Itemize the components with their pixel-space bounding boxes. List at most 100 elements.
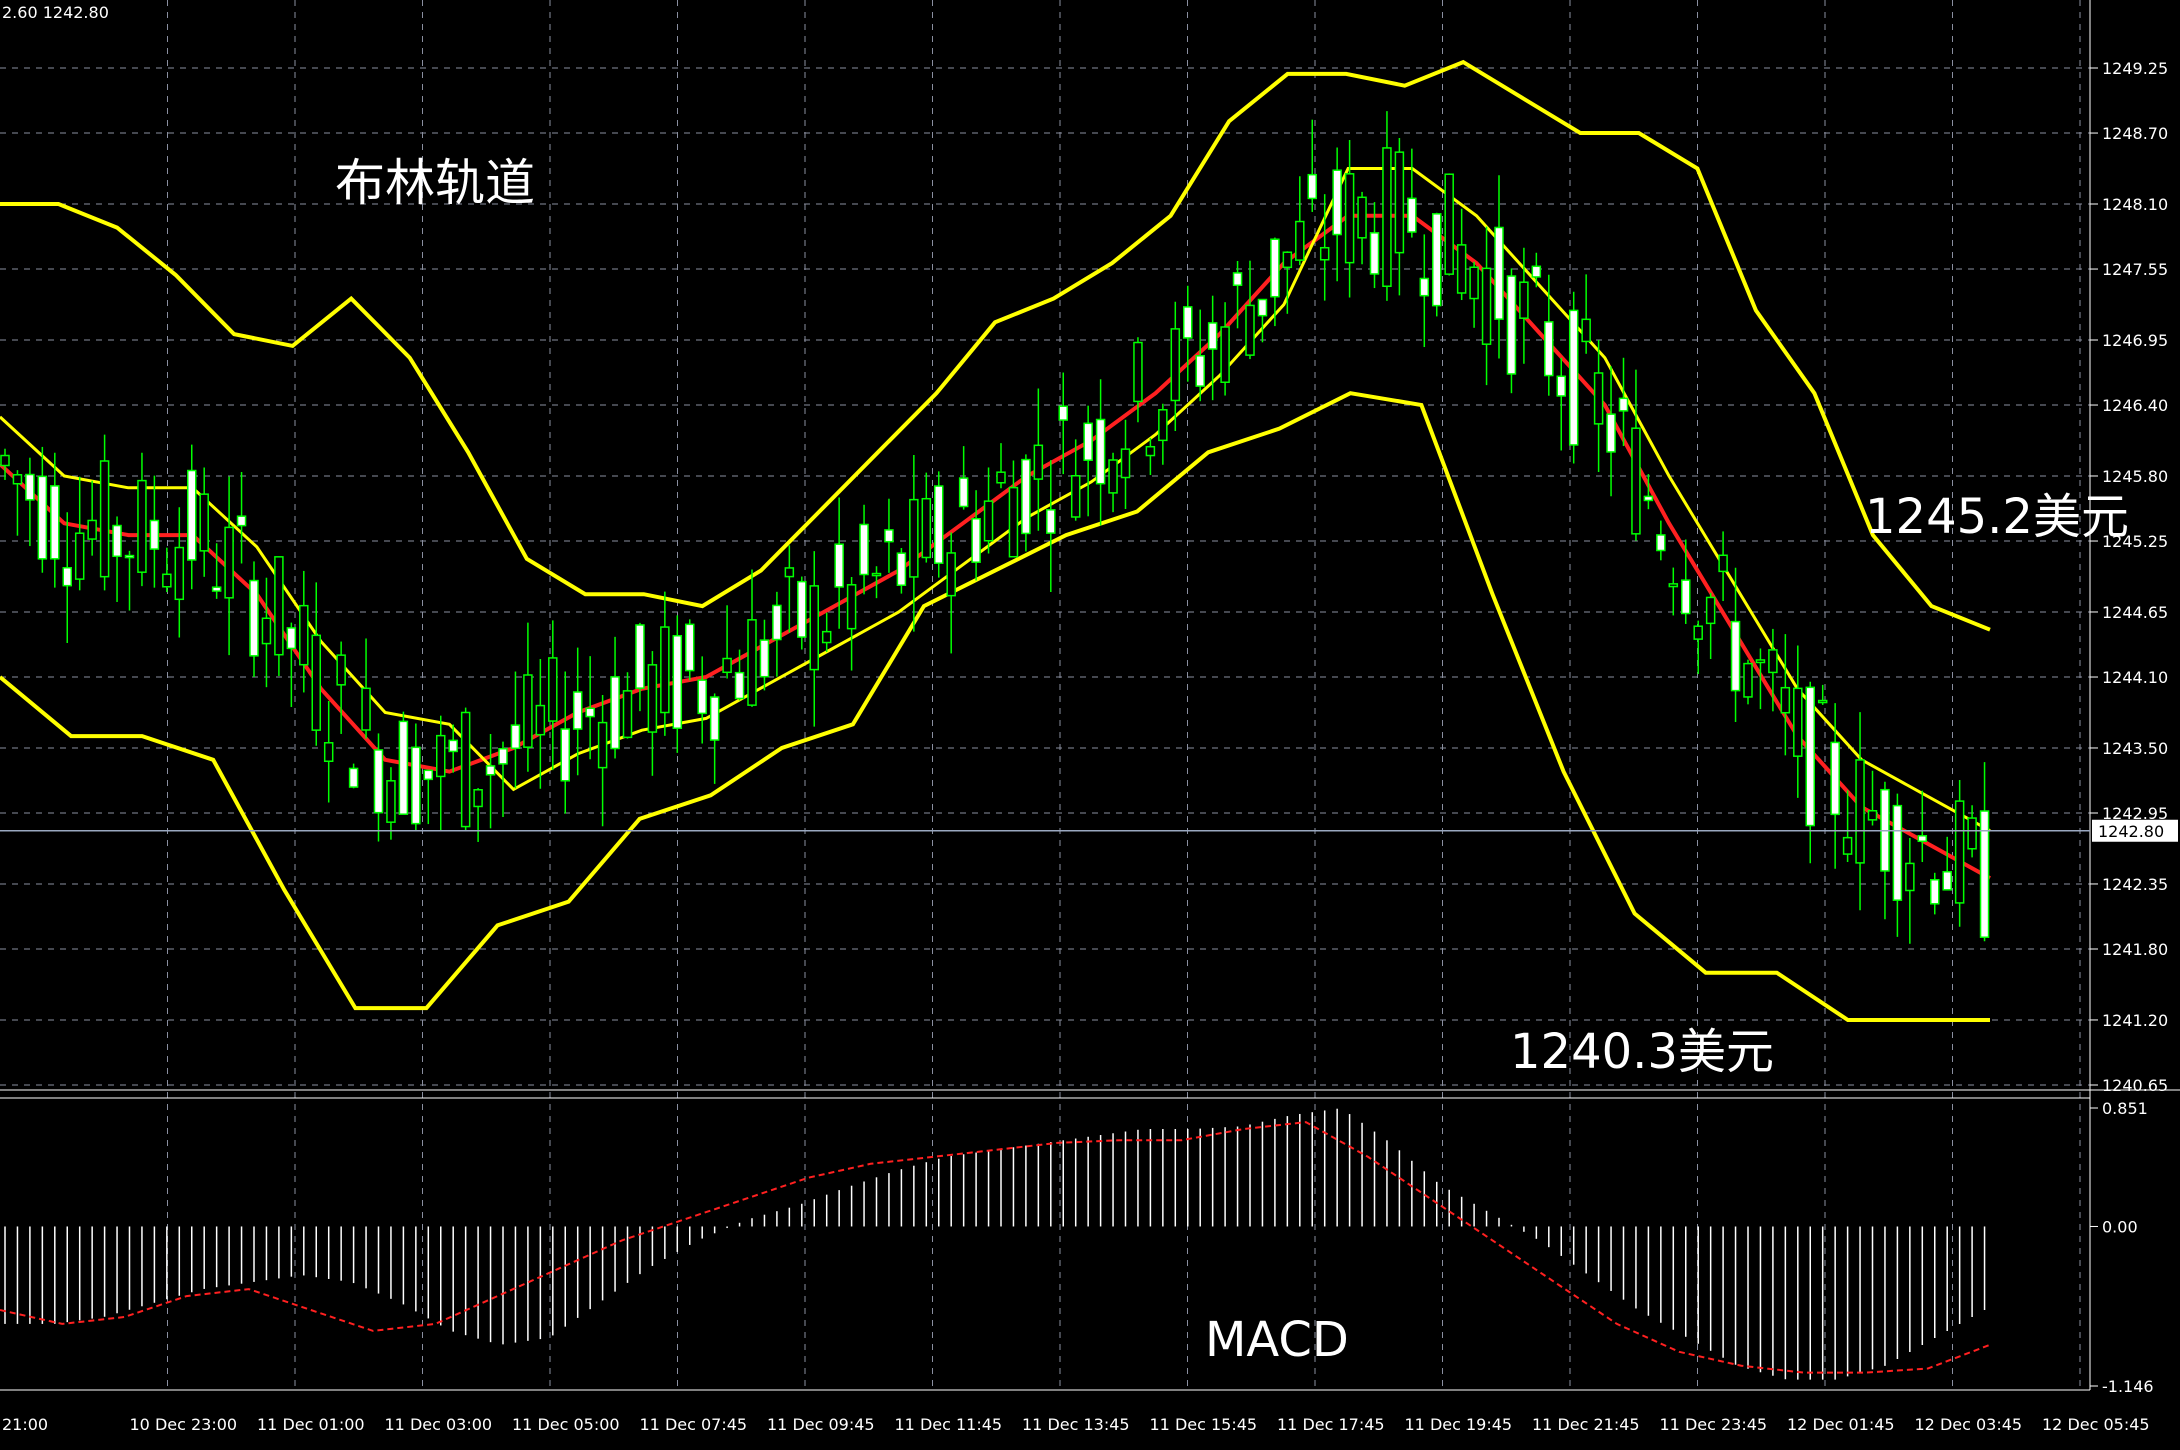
x-tick-label: 11 Dec 19:45 [1405,1415,1513,1434]
candle-body [1979,810,1990,938]
candle-body [1793,687,1803,757]
y-tick-label: 1241.20 [2102,1011,2168,1030]
candle-body [784,567,795,578]
candle-body [1407,197,1417,233]
candle-body [448,739,458,753]
candle-body [1444,173,1454,275]
candle-body [1046,509,1056,534]
candle-body [1743,662,1753,698]
x-tick-label: 11 Dec 11:45 [895,1415,1003,1434]
candle-body [1892,804,1903,901]
candle-body [1606,413,1616,453]
candle-body [1631,427,1641,535]
candle-body [1083,422,1093,461]
candle-body [112,524,122,558]
x-tick-label: 11 Dec 01:00 [257,1415,365,1434]
candle-body [87,519,97,540]
candle-body [1805,686,1815,827]
y-tick-label: 1240.65 [2102,1076,2168,1095]
x-tick-label: 12 Dec 05:45 [2042,1415,2150,1434]
y-tick-label: 1242.35 [2102,875,2168,894]
candle-body [37,475,48,560]
current-price-label: 1242.80 [2098,822,2164,841]
candle-body [1207,322,1218,350]
candle-body [1705,596,1716,625]
candle-body [983,500,994,542]
y-tick-label: 1243.50 [2102,739,2168,758]
candle-body [1070,475,1081,518]
candle-body [1817,699,1828,704]
candle-body [523,674,533,748]
candle-body [572,691,583,730]
candle-body [1930,879,1940,905]
bollinger-bands [0,59,1991,1022]
candle-body [747,619,757,706]
candle-body [797,580,807,638]
candle-body [473,789,483,808]
upper-price-annotation: 1245.2美元 [1865,489,2129,545]
candle-body [535,704,546,736]
candle-body [1668,583,1679,588]
candle-body [896,552,907,586]
candle-body [971,518,981,563]
candle-body [1469,266,1479,300]
y-tick-label: 1248.10 [2102,195,2168,214]
x-tick-label: 11 Dec 09:45 [767,1415,875,1434]
candle-body [1133,341,1143,403]
header-readout: 2.60 1242.80 [2,3,109,22]
x-tick-label: 11 Dec 15:45 [1150,1415,1258,1434]
candle-body [323,742,334,762]
candle-body [211,586,222,592]
candle-body [1195,355,1205,387]
macd-y-tick-label: 0.00 [2102,1217,2138,1236]
candle-body [1220,326,1230,383]
y-tick-label: 1245.80 [2102,467,2168,486]
candle-body [1108,459,1118,494]
candle-body [1568,309,1579,446]
candle-body [560,728,570,782]
candle-body [1917,835,1928,843]
price-chart[interactable]: 1249.25 1248.70 1248.10 1247.55 1246.95 1246.… [0,0,2180,1450]
candle-body [12,474,23,485]
candle-body [1531,265,1542,278]
candle-body [1830,741,1840,816]
candle-body [1967,817,1977,850]
candle-body [635,624,645,689]
macd-panel [0,1108,1991,1380]
candle-body [821,630,832,644]
macd-y-tick-label: -1.146 [2102,1377,2154,1396]
candle-body [1954,800,1965,904]
candle-body [62,566,72,587]
y-tick-label: 1248.70 [2102,124,2168,143]
candle-body [1394,151,1405,254]
x-tick-label: 11 Dec 17:45 [1277,1415,1385,1434]
candle-body [311,634,321,731]
candle-body [672,634,683,729]
candle-body [299,604,309,666]
candle-body [274,556,284,656]
candle-body [1170,328,1181,402]
candle-body [772,604,782,641]
candle-body [934,485,944,564]
candle-body [1232,272,1243,287]
candle-body [622,690,633,739]
candle-body [834,543,844,588]
upper-band [0,59,1991,632]
candle-body [958,477,969,508]
candle-body [1295,220,1305,261]
macd-signal-line [0,1121,1991,1374]
y-tick-label: 1246.95 [2102,331,2168,350]
candle-body [74,532,85,580]
candle-body [1058,405,1068,421]
candle-body [1145,445,1156,457]
x-tick-label: 21:00 [2,1415,48,1434]
candle-body [597,721,608,769]
candle-body [1456,244,1467,294]
candle-body [162,573,172,588]
candle-body [1718,554,1728,573]
candle-body [1481,267,1492,345]
candle-body [1855,759,1865,864]
candle-body [1369,232,1380,275]
candle-body [921,497,932,559]
candle-body [1755,659,1766,664]
